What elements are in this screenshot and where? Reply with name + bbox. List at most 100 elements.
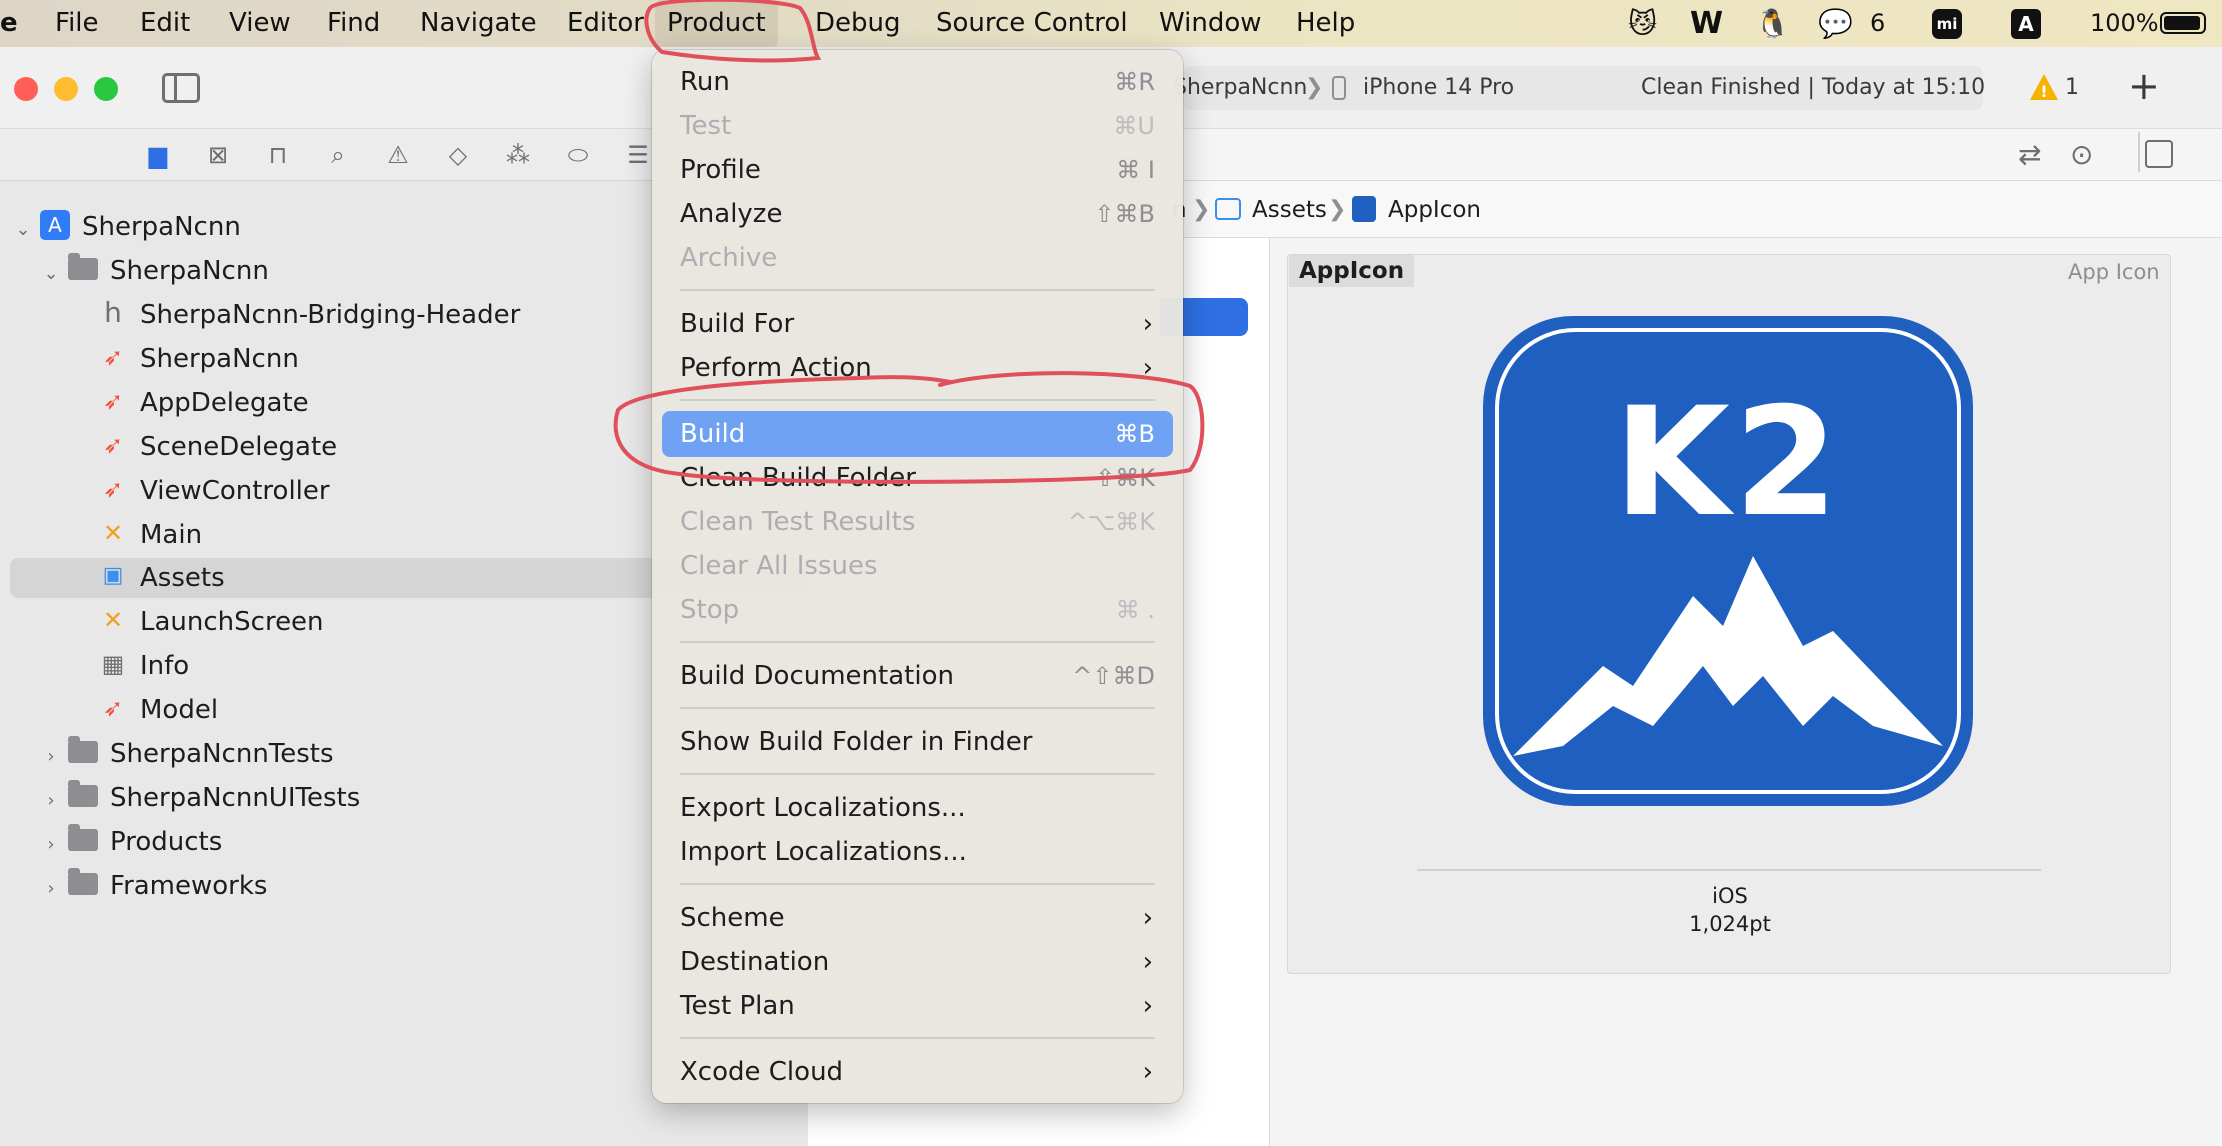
tree-item-swift[interactable]: ➶ SherpaNcnn <box>98 339 299 379</box>
tree-item-bridging-header[interactable]: h SherpaNcnn-Bridging-Header <box>98 295 520 335</box>
tree-label: SherpaNcnn-Bridging-Header <box>140 300 521 330</box>
menu-source-control[interactable]: Source Control <box>936 0 1128 47</box>
tree-item-products[interactable]: › Products <box>42 822 222 862</box>
menu-item-clean-build-folder[interactable]: Clean Build Folder ⇧⌘K <box>652 456 1183 500</box>
tree-item-info[interactable]: ▦ Info <box>98 646 190 686</box>
tree-item-launchscreen[interactable]: ✕ LaunchScreen <box>98 602 324 642</box>
platform-label: iOS <box>1712 884 1748 908</box>
menu-item-export-localizations[interactable]: Export Localizations... <box>652 786 1183 830</box>
menu-item-test: Test ⌘U <box>680 111 1155 141</box>
chevron-right-icon[interactable]: › <box>42 737 60 777</box>
app-icon-image[interactable]: K2 <box>1483 316 1973 806</box>
zoom-window-button[interactable] <box>94 77 118 101</box>
tree-item-model[interactable]: ➶ Model <box>98 690 218 730</box>
cat-status-icon[interactable]: 😼 <box>1628 0 1657 47</box>
tree-item-project[interactable]: ⌄ A SherpaNcnn <box>14 207 241 247</box>
tree-item-viewcontroller[interactable]: ➶ ViewController <box>98 471 330 511</box>
minimize-window-button[interactable] <box>54 77 78 101</box>
breadcrumb-chevron-icon: ❯ <box>1305 75 1324 100</box>
chevron-right-icon[interactable]: › <box>42 781 60 821</box>
run-destination[interactable]: iPhone 14 Pro <box>1363 70 1514 106</box>
breakpoint-navigator-icon[interactable]: ⬭ <box>563 140 593 170</box>
chevron-right-icon[interactable]: › <box>42 869 60 909</box>
chevron-right-icon[interactable]: › <box>42 825 60 865</box>
menu-item-show-build-folder[interactable]: Show Build Folder in Finder <box>652 720 1183 764</box>
breadcrumb-appicon[interactable]: AppIcon <box>1388 192 1481 228</box>
warning-icon[interactable]: ! <box>2028 72 2060 102</box>
close-window-button[interactable] <box>14 77 38 101</box>
tree-label: SherpaNcnnUITests <box>110 783 361 813</box>
menu-item-scheme[interactable]: Scheme › <box>652 896 1183 940</box>
input-source-indicator[interactable]: A <box>2011 9 2041 39</box>
chevron-right-icon: › <box>1142 353 1153 383</box>
menu-editor[interactable]: Editor <box>567 0 644 47</box>
tree-label: ViewController <box>140 476 330 506</box>
menu-item-build-for[interactable]: Build For › <box>652 302 1183 346</box>
tree-item-assets[interactable]: ▣ Assets <box>98 558 225 598</box>
menu-separator <box>680 773 1155 775</box>
project-navigator-icon[interactable]: ▆ <box>143 140 173 170</box>
menu-item-analyze[interactable]: Analyze ⇧⌘B <box>652 192 1183 236</box>
menu-help[interactable]: Help <box>1296 0 1355 47</box>
tree-item-group[interactable]: ⌄ SherpaNcnn <box>42 251 269 291</box>
wechat-status-icon[interactable]: 💬 <box>1818 0 1853 47</box>
asset-divider <box>1417 869 2041 871</box>
menu-item-destination[interactable]: Destination › <box>652 940 1183 984</box>
tree-item-tests[interactable]: › SherpaNcnnTests <box>42 734 334 774</box>
menu-item-import-localizations[interactable]: Import Localizations... <box>652 830 1183 874</box>
menu-navigate[interactable]: Navigate <box>420 0 537 47</box>
menu-item-build[interactable]: Build ⌘B <box>652 412 1183 456</box>
mi-status-icon[interactable]: mi <box>1932 9 1962 39</box>
swap-icon[interactable]: ⇄ <box>2018 138 2041 171</box>
symbol-navigator-icon[interactable]: ⊓ <box>263 140 293 170</box>
asset-name-label[interactable]: AppIcon <box>1289 255 1415 287</box>
source-control-navigator-icon[interactable]: ⊠ <box>203 140 233 170</box>
menu-item-test-plan[interactable]: Test Plan › <box>652 984 1183 1028</box>
menu-view[interactable]: View <box>229 0 291 47</box>
add-editor-icon[interactable] <box>2145 140 2173 168</box>
sidebar-toggle-icon[interactable] <box>162 73 200 103</box>
menu-find[interactable]: Find <box>327 0 380 47</box>
project-icon: A <box>40 209 70 240</box>
folder-icon <box>68 779 98 807</box>
mountain-icon <box>1513 556 1943 756</box>
chevron-down-icon[interactable]: ⌄ <box>14 210 32 250</box>
tree-item-uitests[interactable]: › SherpaNcnnUITests <box>42 778 360 818</box>
breadcrumb-assets[interactable]: Assets <box>1252 192 1327 228</box>
tree-item-frameworks[interactable]: › Frameworks <box>42 866 267 906</box>
debug-navigator-icon[interactable]: ⁂ <box>503 140 533 170</box>
report-navigator-icon[interactable]: ☰ <box>623 140 653 170</box>
add-button[interactable]: + <box>2128 64 2160 108</box>
battery-icon[interactable] <box>2160 12 2206 34</box>
menu-item-perform-action[interactable]: Perform Action › <box>652 346 1183 390</box>
menu-edit[interactable]: Edit <box>140 0 190 47</box>
tree-label: SherpaNcnn <box>110 256 269 286</box>
chevron-down-icon[interactable]: ⌄ <box>42 254 60 294</box>
vector-status-icon[interactable]: W <box>1690 0 1723 47</box>
menu-item-run[interactable]: Run ⌘R <box>652 60 1183 104</box>
menu-debug[interactable]: Debug <box>815 0 901 47</box>
chevron-right-icon: › <box>1142 309 1153 339</box>
tree-label: Model <box>140 695 219 725</box>
test-navigator-icon[interactable]: ◇ <box>443 140 473 170</box>
menu-file[interactable]: File <box>55 0 99 47</box>
menu-product[interactable]: Product <box>655 0 778 47</box>
tree-item-appdelegate[interactable]: ➶ AppDelegate <box>98 383 309 423</box>
tree-label: Info <box>140 651 190 681</box>
folder-icon <box>68 823 98 851</box>
menu-window[interactable]: Window <box>1159 0 1262 47</box>
size-label: 1,024pt <box>1689 912 1771 936</box>
menu-item-xcode-cloud[interactable]: Xcode Cloud › <box>652 1050 1183 1094</box>
tree-item-main[interactable]: ✕ Main <box>98 515 202 555</box>
chevron-right-icon: › <box>1142 1057 1153 1087</box>
menu-item-profile[interactable]: Profile ⌘ I <box>652 148 1183 192</box>
penguin-status-icon[interactable]: 🐧 <box>1755 0 1790 47</box>
scheme-fragment[interactable]: SherpaNcnn <box>1173 70 1307 106</box>
tree-label: Products <box>110 827 223 857</box>
app-menu-fragment[interactable]: e <box>0 0 18 47</box>
find-navigator-icon[interactable]: ⌕ <box>323 140 353 170</box>
tree-item-scenedelegate[interactable]: ➶ SceneDelegate <box>98 427 337 467</box>
more-options-icon[interactable]: ⊙ <box>2070 138 2093 171</box>
menu-item-build-documentation[interactable]: Build Documentation ^⇧⌘D <box>652 654 1183 698</box>
issue-navigator-icon[interactable]: ⚠ <box>383 140 413 170</box>
